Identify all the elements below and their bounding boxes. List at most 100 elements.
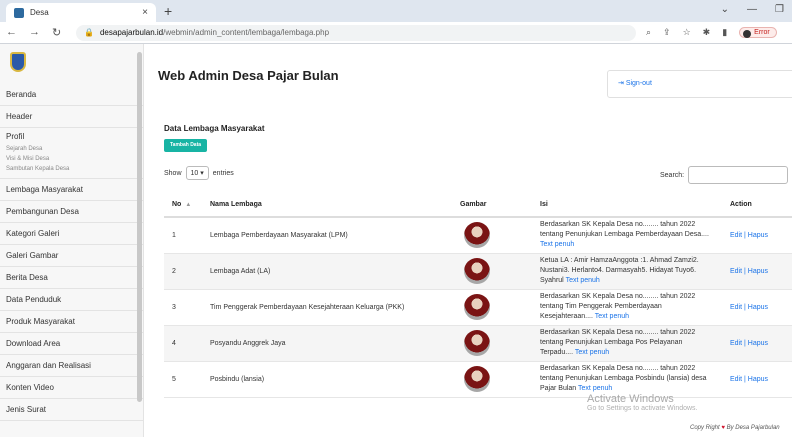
page-length-control: Show 10 ▾ entries xyxy=(164,166,234,180)
zoom-icon[interactable]: ⌕ xyxy=(646,27,651,38)
cell-gambar xyxy=(452,217,532,254)
sidebar-item-pembangunan[interactable]: Pembangunan Desa xyxy=(0,201,143,223)
table-row: 3 Tim Penggerak Pemberdayaan Kesejahtera… xyxy=(164,289,792,326)
sidebar-scrollbar[interactable] xyxy=(137,52,142,402)
cell-isi: Berdasarkan SK Kepala Desa no........ ta… xyxy=(532,289,722,326)
cell-isi: Berdasarkan SK Kepala Desa no........ ta… xyxy=(532,325,722,362)
cell-no: 1 xyxy=(164,217,202,254)
edit-hapus-action[interactable]: Edit | Hapus xyxy=(722,217,792,254)
sidebar: Beranda Header Profil Sejarah Desa Visi … xyxy=(0,44,144,437)
text-penuh-link[interactable]: Text penuh xyxy=(540,241,574,248)
chevron-down-icon: ▾ xyxy=(200,170,204,177)
sidebar-item-lembaga[interactable]: Lembaga Masyarakat xyxy=(0,179,143,201)
lembaga-thumbnail xyxy=(464,222,490,249)
cell-isi: Berdasarkan SK Kepala Desa no........ ta… xyxy=(532,361,722,398)
table-row: 2 Lembaga Adat (LA) Ketua LA : Amir Hamz… xyxy=(164,253,792,290)
cell-nama: Lembaga Pemberdayaan Masyarakat (LPM) xyxy=(202,217,452,254)
col-header-gambar[interactable]: Gambar xyxy=(452,193,532,218)
sidebar-item-download[interactable]: Download Area xyxy=(0,333,143,355)
cell-nama: Posbindu (lansia) xyxy=(202,361,452,398)
url-path: /webmin/admin_content/lembaga/lembaga.ph… xyxy=(163,28,330,37)
forward-arrow-icon[interactable]: → xyxy=(29,26,40,39)
sidebar-item-galeri-gambar[interactable]: Galeri Gambar xyxy=(0,245,143,267)
show-label: Show xyxy=(164,169,182,177)
sidebar-item-jenis-surat[interactable]: Jenis Surat xyxy=(0,399,143,421)
text-penuh-link[interactable]: Text penuh xyxy=(566,277,600,284)
url-host: desapajarbulan.id xyxy=(99,28,164,37)
star-icon[interactable]: ☆ xyxy=(683,27,691,38)
sidebar-item-penduduk[interactable]: Data Penduduk xyxy=(0,289,143,311)
sidebar-item-produk[interactable]: Produk Masyarakat xyxy=(0,311,143,333)
maximize-icon[interactable]: ❐ xyxy=(775,4,784,15)
search-input[interactable] xyxy=(688,166,789,184)
cell-no: 5 xyxy=(164,361,202,398)
sidebar-sub-sambutan[interactable]: Sambutan Kepala Desa xyxy=(6,164,137,174)
text-penuh-link[interactable]: Text penuh xyxy=(575,349,609,356)
edit-hapus-action[interactable]: Edit | Hapus xyxy=(722,361,792,398)
edit-hapus-action[interactable]: Edit | Hapus xyxy=(722,289,792,326)
cell-isi: Ketua LA : Amir HamzaAnggota :1. Ahmad Z… xyxy=(532,253,722,290)
tab-close-icon[interactable]: × xyxy=(142,7,148,18)
url-field[interactable]: 🔒 desapajarbulan.id /webmin/admin_conten… xyxy=(76,24,636,41)
minimize-icon[interactable]: — xyxy=(747,4,757,15)
add-data-button[interactable]: Tambah Data xyxy=(164,139,208,152)
extensions-icon[interactable]: ✱ xyxy=(703,27,711,38)
lembaga-thumbnail xyxy=(464,366,490,392)
lembaga-thumbnail xyxy=(464,294,490,320)
cell-gambar xyxy=(452,289,532,326)
sidebar-item-profil[interactable]: Profil xyxy=(6,132,137,141)
site-favicon-icon xyxy=(14,7,24,18)
table-row: 5 Posbindu (lansia) Berdasarkan SK Kepal… xyxy=(164,361,792,398)
cell-no: 3 xyxy=(164,289,202,326)
tab-list-chevron-icon[interactable]: ⌄ xyxy=(721,4,729,15)
heart-icon: ♥ xyxy=(721,425,725,431)
table-row: 1 Lembaga Pemberdayaan Masyarakat (LPM) … xyxy=(164,217,792,254)
cell-no: 2 xyxy=(164,253,202,290)
reload-icon[interactable]: ↻ xyxy=(52,26,61,39)
sidebar-sub-visi-misi[interactable]: Visi & Misi Desa xyxy=(6,154,137,164)
sidebar-logo xyxy=(0,44,143,84)
share-icon[interactable]: ⇪ xyxy=(663,27,671,38)
address-bar-row: ← → ↻ 🔒 desapajarbulan.id /webmin/admin_… xyxy=(0,22,792,44)
new-tab-button[interactable]: + xyxy=(164,3,172,19)
sidebar-item-beranda[interactable]: Beranda xyxy=(0,84,143,106)
window-controls: ⌄ — ❐ xyxy=(721,4,784,15)
text-penuh-link[interactable]: Text penuh xyxy=(578,385,612,392)
nav-buttons: ← → ↻ xyxy=(6,26,76,39)
col-header-nama[interactable]: Nama Lembaga xyxy=(202,193,452,218)
lembaga-table: No ▲ Nama Lembaga Gambar Isi Action 1 Lem… xyxy=(164,193,792,398)
sidebar-item-header[interactable]: Header xyxy=(0,106,143,128)
cell-gambar xyxy=(452,253,532,290)
lembaga-thumbnail xyxy=(464,258,490,284)
col-header-action[interactable]: Action xyxy=(722,193,792,218)
section-title: Data Lembaga Masyarakat xyxy=(164,124,265,133)
cell-nama: Lembaga Adat (LA) xyxy=(202,253,452,290)
activate-windows-subtext: Go to Settings to activate Windows. xyxy=(587,405,698,412)
col-header-no[interactable]: No ▲ xyxy=(164,193,202,218)
profile-error-badge[interactable]: Error xyxy=(739,27,777,38)
edit-hapus-action[interactable]: Edit | Hapus xyxy=(722,253,792,290)
sidebar-item-anggaran[interactable]: Anggaran dan Realisasi xyxy=(0,355,143,377)
tab-title: Desa xyxy=(30,8,49,17)
cell-nama: Posyandu Anggrek Jaya xyxy=(202,325,452,362)
browser-tab[interactable]: Desa × xyxy=(6,3,156,22)
text-penuh-link[interactable]: Text penuh xyxy=(595,313,629,320)
table-row: 4 Posyandu Anggrek Jaya Berdasarkan SK K… xyxy=(164,325,792,362)
edit-hapus-action[interactable]: Edit | Hapus xyxy=(722,325,792,362)
sidebar-item-kategori-galeri[interactable]: Kategori Galeri xyxy=(0,223,143,245)
browser-tab-bar: Desa × + ⌄ — ❐ xyxy=(0,0,792,22)
signout-button[interactable]: ⇥ Sign-out xyxy=(607,70,792,98)
copyright-footer: Copy Right ♥ By Desa Pajarbulan xyxy=(690,425,780,431)
sidepanel-icon[interactable]: ▮ xyxy=(722,27,727,38)
sidebar-item-berita[interactable]: Berita Desa xyxy=(0,267,143,289)
sidebar-item-video[interactable]: Konten Video xyxy=(0,377,143,399)
page-length-select[interactable]: 10 ▾ xyxy=(185,166,209,180)
back-arrow-icon[interactable]: ← xyxy=(6,26,17,39)
sidebar-sub-sejarah[interactable]: Sejarah Desa xyxy=(6,144,137,154)
cell-gambar xyxy=(452,325,532,362)
page-length-value: 10 xyxy=(190,170,199,177)
col-header-isi[interactable]: Isi xyxy=(532,193,722,218)
cell-nama: Tim Penggerak Pemberdayaan Kesejahteraan… xyxy=(202,289,452,326)
toolbar-icons: ⌕ ⇪ ☆ ✱ ▮ Error xyxy=(646,27,777,38)
table-header-row: No ▲ Nama Lembaga Gambar Isi Action xyxy=(164,193,792,218)
